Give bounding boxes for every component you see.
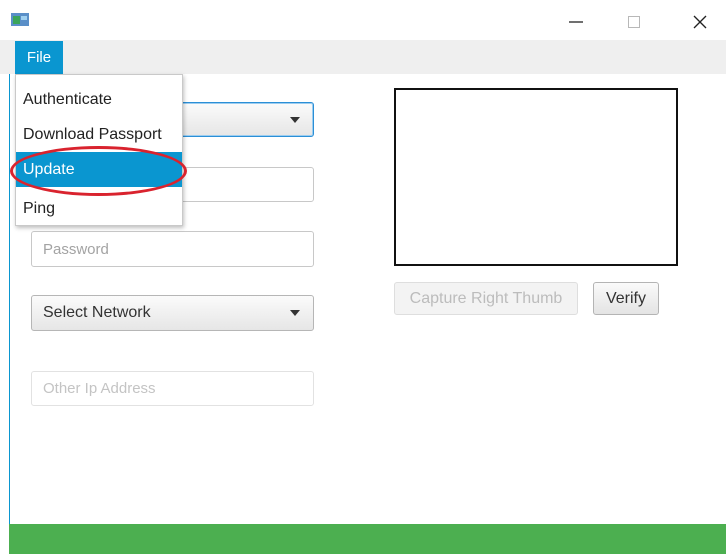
file-menu[interactable]: File xyxy=(15,41,63,74)
chevron-down-icon xyxy=(290,310,300,316)
verify-button[interactable]: Verify xyxy=(593,282,659,315)
other-ip-placeholder: Other Ip Address xyxy=(43,380,156,397)
app-window-icon xyxy=(11,13,29,26)
chevron-down-icon xyxy=(290,116,300,123)
menu-bar xyxy=(0,40,726,74)
capture-right-thumb-button[interactable]: Capture Right Thumb xyxy=(394,282,578,315)
password-placeholder: Password xyxy=(43,240,109,258)
maximize-icon xyxy=(628,16,640,28)
network-select-value: Select Network xyxy=(43,304,151,321)
close-icon xyxy=(693,15,707,29)
menu-item-download-passport[interactable]: Download Passport xyxy=(16,117,182,152)
password-field[interactable]: Password xyxy=(31,231,314,267)
menu-item-authenticate[interactable]: Authenticate xyxy=(16,82,182,117)
title-bar xyxy=(0,0,726,40)
menu-item-ping[interactable]: Ping xyxy=(16,191,182,226)
fingerprint-preview xyxy=(394,88,678,266)
menu-item-update[interactable]: Update xyxy=(16,152,182,187)
maximize-button[interactable] xyxy=(611,6,657,38)
network-select[interactable]: Select Network xyxy=(31,295,314,331)
minimize-icon xyxy=(569,21,583,23)
status-bar xyxy=(9,524,726,554)
other-ip-field[interactable]: Other Ip Address xyxy=(31,371,314,406)
close-button[interactable] xyxy=(677,6,723,38)
minimize-button[interactable] xyxy=(553,6,599,38)
file-dropdown-menu: Authenticate Download Passport Update Pi… xyxy=(15,74,183,226)
